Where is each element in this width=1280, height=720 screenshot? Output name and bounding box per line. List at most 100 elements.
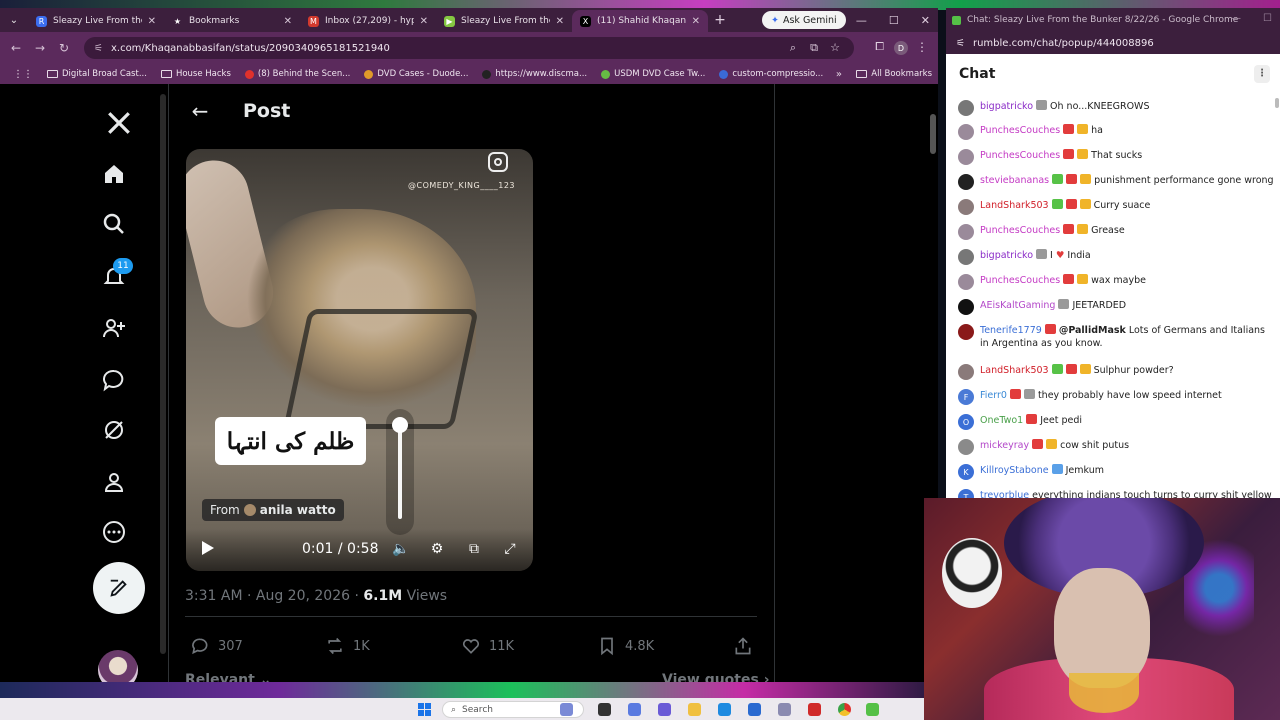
messages-icon[interactable] bbox=[102, 368, 136, 402]
chat-user-avatar[interactable]: O bbox=[958, 414, 974, 430]
edge-icon[interactable] bbox=[718, 703, 731, 716]
post-timestamp[interactable]: 3:31 AM · Aug 20, 2026 · bbox=[185, 588, 363, 604]
tab-close-icon[interactable]: ✕ bbox=[420, 16, 428, 27]
tab-close-icon[interactable]: ✕ bbox=[284, 16, 292, 27]
chat-username[interactable]: bigpatricko bbox=[980, 101, 1033, 112]
chat-user-avatar[interactable] bbox=[958, 174, 974, 190]
profile-avatar[interactable]: D bbox=[894, 41, 908, 55]
chat-maximize-icon[interactable]: ☐ bbox=[1263, 13, 1272, 24]
settings-gear-icon[interactable]: ⚙ bbox=[428, 540, 446, 558]
chat-username[interactable]: PunchesCouches bbox=[980, 275, 1060, 286]
chat-scrollbar[interactable] bbox=[1275, 98, 1279, 108]
reply-button[interactable]: 307 bbox=[190, 636, 243, 656]
x-logo-icon[interactable] bbox=[102, 106, 136, 140]
back-icon[interactable]: ← bbox=[4, 41, 28, 55]
chat-user-avatar[interactable]: F bbox=[958, 389, 974, 405]
tab-4[interactable]: ▶ Sleazy Live From the Bu ✕ bbox=[436, 10, 572, 32]
bookmark-item[interactable]: DVD Cases - Duode... bbox=[357, 64, 475, 84]
copilot-app-icon[interactable] bbox=[628, 703, 641, 716]
chat-message-list[interactable]: bigpatricko Oh no...KNEEGROWS PunchesCouch… bbox=[946, 94, 1280, 500]
chat-username[interactable]: PunchesCouches bbox=[980, 150, 1060, 161]
app-icon-red[interactable] bbox=[808, 703, 821, 716]
forward-icon[interactable]: → bbox=[28, 41, 52, 55]
chat-username[interactable]: LandShark503 bbox=[980, 365, 1049, 376]
reload-icon[interactable]: ↻ bbox=[52, 41, 76, 55]
more-options-icon[interactable] bbox=[102, 520, 136, 554]
apps-grid-icon[interactable]: ⋮⋮ bbox=[6, 64, 40, 84]
new-tab-button[interactable]: + bbox=[708, 12, 732, 28]
rumble-icon[interactable] bbox=[866, 703, 879, 716]
chat-username[interactable]: OneTwo1 bbox=[980, 415, 1023, 426]
bookmark-item[interactable]: USDM DVD Case Tw... bbox=[594, 64, 712, 84]
file-explorer-icon[interactable] bbox=[688, 703, 701, 716]
windows-start-icon[interactable] bbox=[418, 703, 431, 716]
install-app-icon[interactable]: ⧉ bbox=[810, 41, 818, 55]
chrome-menu-icon[interactable]: ⋮ bbox=[916, 40, 928, 54]
chat-username[interactable]: PunchesCouches bbox=[980, 225, 1060, 236]
chat-user-avatar[interactable] bbox=[958, 299, 974, 315]
bookmark-item[interactable]: (8) Behind the Scen... bbox=[238, 64, 357, 84]
tab-2[interactable]: ★ Bookmarks ✕ bbox=[164, 10, 300, 32]
communities-icon[interactable] bbox=[102, 316, 136, 350]
all-bookmarks-button[interactable]: All Bookmarks bbox=[856, 64, 932, 84]
fullscreen-icon[interactable]: ⤢ bbox=[501, 540, 519, 558]
tab-close-icon[interactable]: ✕ bbox=[556, 16, 564, 27]
back-arrow-icon[interactable]: ← bbox=[173, 99, 227, 123]
profile-icon[interactable] bbox=[102, 470, 136, 504]
chat-username[interactable]: PunchesCouches bbox=[980, 125, 1060, 136]
volume-handle[interactable] bbox=[392, 417, 408, 433]
bookmark-item[interactable]: House Hacks bbox=[154, 64, 238, 84]
chat-username[interactable]: Tenerife1779 bbox=[980, 325, 1042, 336]
zoom-icon[interactable]: ⌕ bbox=[790, 41, 796, 55]
bookmark-item[interactable]: custom-compressio... bbox=[712, 64, 830, 84]
tab-close-icon[interactable]: ✕ bbox=[148, 16, 156, 27]
bookmark-button[interactable]: 4.8K bbox=[597, 636, 654, 656]
bookmark-star-icon[interactable]: ☆ bbox=[830, 41, 840, 54]
account-avatar[interactable] bbox=[98, 650, 138, 684]
close-window-icon[interactable]: ✕ bbox=[921, 14, 930, 27]
chat-minimize-icon[interactable]: — bbox=[1231, 13, 1241, 24]
tab-5[interactable]: X (11) Shahid Khaqan Abb ✕ bbox=[572, 10, 708, 32]
site-settings-icon[interactable]: ⚟ bbox=[94, 43, 103, 54]
share-button[interactable] bbox=[733, 636, 753, 656]
chat-username[interactable]: steviebananas bbox=[980, 175, 1049, 186]
video-source-attribution[interactable]: From anila watto bbox=[202, 499, 344, 521]
extensions-icon[interactable]: ⧠ bbox=[875, 40, 884, 54]
copilot-icon[interactable] bbox=[560, 703, 573, 716]
chat-user-avatar[interactable] bbox=[958, 124, 974, 140]
chat-username[interactable]: LandShark503 bbox=[980, 200, 1049, 211]
window-scrollbar-thumb[interactable] bbox=[930, 114, 936, 154]
maximize-icon[interactable]: ☐ bbox=[889, 14, 899, 27]
tab-3[interactable]: M Inbox (27,209) - hyperex ✕ bbox=[300, 10, 436, 32]
chat-username[interactable]: AEisKaltGaming bbox=[980, 300, 1055, 311]
chat-site-settings-icon[interactable]: ⚟ bbox=[956, 38, 965, 49]
picture-in-picture-icon[interactable]: ⧉ bbox=[465, 540, 483, 558]
bookmark-item[interactable]: Digital Broad Cast... bbox=[40, 64, 154, 84]
tab-1[interactable]: R Sleazy Live From the Bu ✕ bbox=[28, 10, 164, 32]
address-bar[interactable]: ⚟ x.com/Khaqanabbasifan/status/209034096… bbox=[84, 37, 854, 59]
repost-button[interactable]: 1K bbox=[325, 636, 370, 656]
ask-gemini-button[interactable]: ✦ Ask Gemini bbox=[762, 11, 846, 29]
compose-post-button[interactable] bbox=[93, 562, 145, 614]
chat-user-avatar[interactable] bbox=[958, 149, 974, 165]
store-icon[interactable] bbox=[748, 703, 761, 716]
volume-track[interactable] bbox=[398, 423, 402, 519]
tab-search-chevron-icon[interactable]: ⌄ bbox=[0, 8, 28, 32]
chat-user-avatar[interactable] bbox=[958, 224, 974, 240]
chat-username[interactable]: mickeyray bbox=[980, 440, 1029, 451]
volume-icon[interactable]: 🔈 bbox=[392, 540, 410, 558]
chat-user-avatar[interactable] bbox=[958, 100, 974, 116]
chat-username[interactable]: KillroyStabone bbox=[980, 465, 1049, 476]
like-button[interactable]: 11K bbox=[461, 636, 514, 656]
tab-close-icon[interactable]: ✕ bbox=[692, 16, 700, 27]
page-scrollbar[interactable] bbox=[160, 94, 166, 654]
chat-user-avatar[interactable] bbox=[958, 199, 974, 215]
grok-icon[interactable] bbox=[102, 418, 136, 452]
chat-user-avatar[interactable]: K bbox=[958, 464, 974, 480]
task-view-icon[interactable] bbox=[598, 703, 611, 716]
more-bookmarks-chevron-icon[interactable]: » bbox=[836, 64, 842, 84]
chat-username[interactable]: bigpatricko bbox=[980, 250, 1033, 261]
home-icon[interactable] bbox=[102, 162, 136, 196]
explore-search-icon[interactable] bbox=[102, 212, 136, 246]
chat-options-icon[interactable]: ⋮ bbox=[1254, 65, 1270, 83]
